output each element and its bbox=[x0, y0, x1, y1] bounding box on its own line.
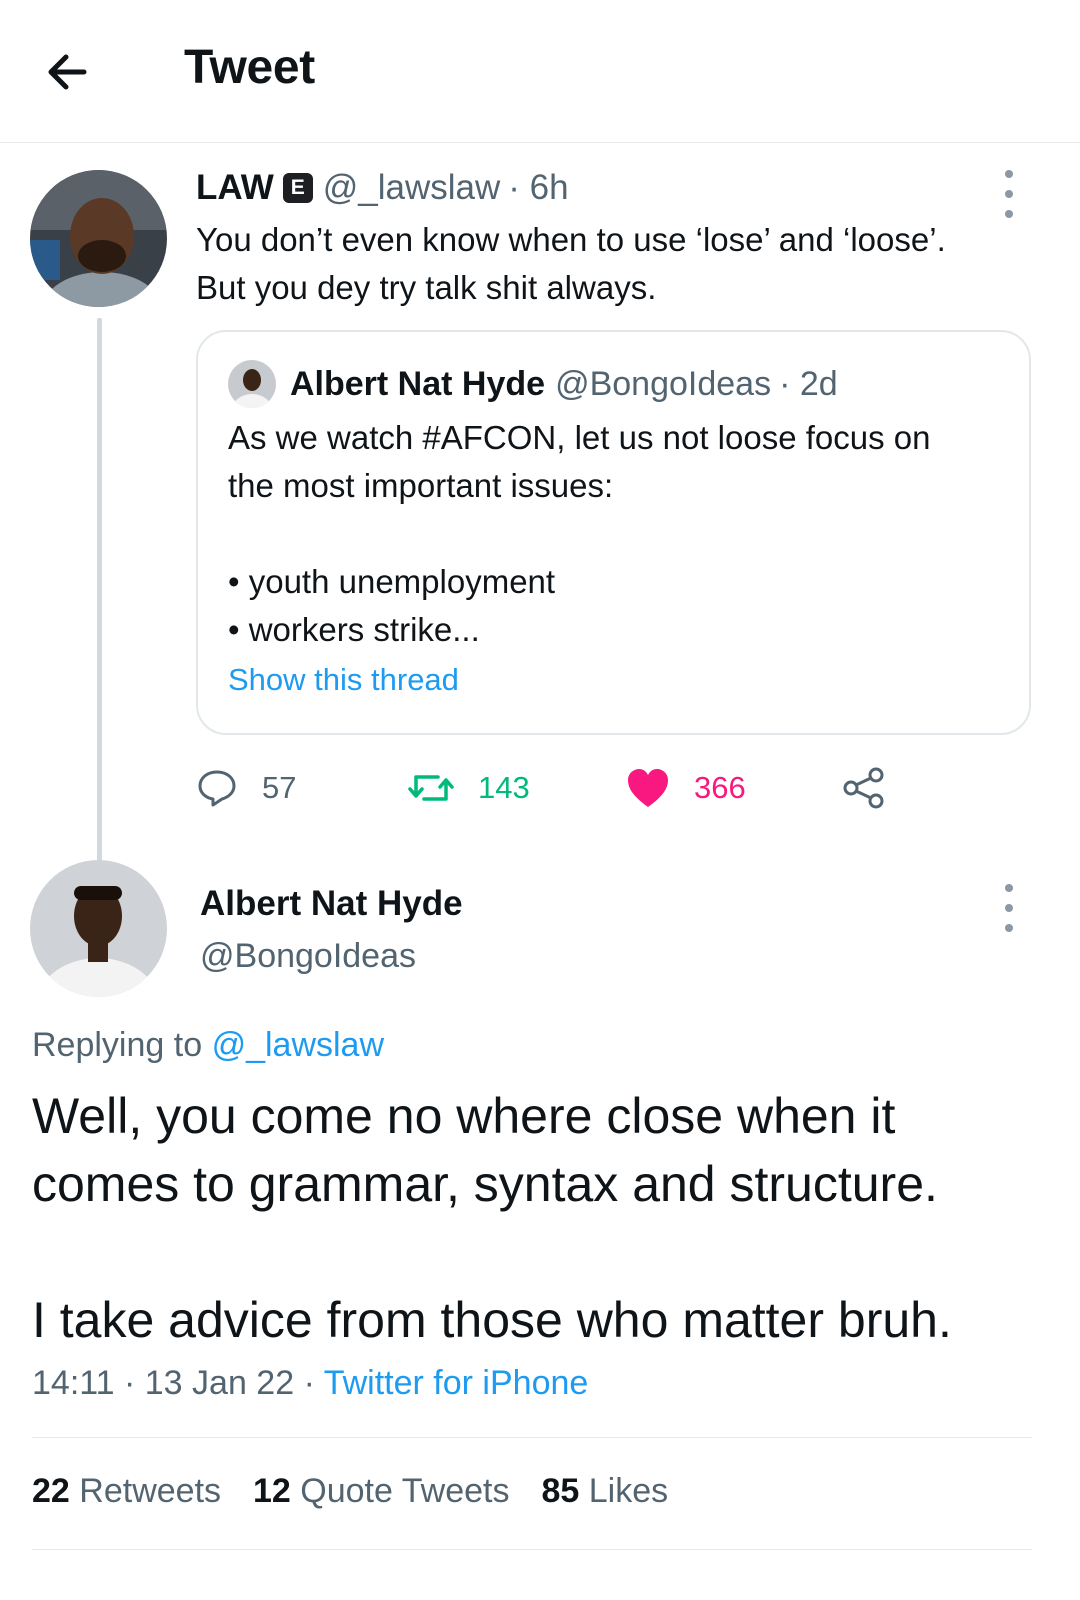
heart-filled-icon bbox=[628, 769, 668, 807]
reply-button[interactable]: 57 bbox=[196, 758, 296, 818]
likes-count: 85 bbox=[541, 1472, 580, 1510]
divider bbox=[32, 1549, 1032, 1550]
replying-handle-link[interactable]: @_lawslaw bbox=[212, 1026, 384, 1064]
quoted-bullet: • workers strike... bbox=[228, 611, 480, 648]
engagement-stats: 22 Retweets 12 Quote Tweets 85 Likes bbox=[32, 1472, 700, 1511]
reply-text-line: Well, you come no where close when it bbox=[32, 1088, 896, 1144]
more-dot-icon bbox=[1005, 904, 1013, 912]
more-dot-icon bbox=[1005, 924, 1013, 932]
reply-author-name[interactable]: Albert Nat Hyde bbox=[200, 884, 463, 924]
quoted-tweet-header: Albert Nat Hyde @BongoIdeas · 2d bbox=[228, 360, 838, 408]
tweet-time: · 6h bbox=[508, 168, 569, 207]
quoted-tweet-time: · 2d bbox=[779, 364, 838, 403]
more-options-button[interactable] bbox=[994, 170, 1024, 218]
source-link[interactable]: Twitter for iPhone bbox=[324, 1364, 589, 1402]
quoted-text-line: As we watch #AFCON, let us not loose foc… bbox=[228, 419, 931, 456]
back-button[interactable] bbox=[40, 44, 100, 100]
share-button[interactable] bbox=[842, 758, 910, 818]
like-button[interactable]: 366 bbox=[626, 758, 746, 818]
quote-tweets-label: Quote Tweets bbox=[300, 1472, 510, 1510]
retweets-label: Retweets bbox=[79, 1472, 222, 1510]
show-thread-link[interactable]: Show this thread bbox=[228, 662, 459, 698]
avatar-image bbox=[30, 170, 167, 307]
quoted-avatar bbox=[228, 360, 276, 408]
tweet-text: You don’t even know when to use ‘lose’ a… bbox=[196, 216, 1036, 312]
page-title: Tweet bbox=[184, 41, 315, 94]
reply-text-line: I take advice from those who matter bruh… bbox=[32, 1292, 952, 1348]
quote-tweets-count: 12 bbox=[253, 1472, 291, 1510]
more-dot-icon bbox=[1005, 884, 1013, 892]
tweet-text-line: You don’t even know when to use ‘lose’ a… bbox=[196, 221, 946, 258]
reply-text-line: comes to grammar, syntax and structure. bbox=[32, 1156, 938, 1212]
quoted-tweet-text: As we watch #AFCON, let us not loose foc… bbox=[228, 414, 1008, 654]
tweet-header: LAW E @_lawslaw · 6h bbox=[196, 168, 569, 208]
retweets-stat[interactable]: 22 Retweets bbox=[32, 1472, 221, 1511]
quoted-bullet: • youth unemployment bbox=[228, 563, 556, 600]
replying-prefix: Replying to bbox=[32, 1026, 203, 1064]
quoted-text-line: the most important issues: bbox=[228, 467, 614, 504]
retweets-count: 22 bbox=[32, 1472, 70, 1510]
top-bar: Tweet bbox=[0, 0, 1080, 143]
quoted-author-handle: @BongoIdeas bbox=[555, 364, 772, 403]
author-handle[interactable]: @_lawslaw bbox=[323, 168, 501, 208]
quote-tweets-stat[interactable]: 12 Quote Tweets bbox=[253, 1472, 509, 1511]
more-dot-icon bbox=[1005, 190, 1013, 198]
likes-label: Likes bbox=[588, 1472, 669, 1510]
likes-stat[interactable]: 85 Likes bbox=[541, 1472, 668, 1511]
reply-more-options-button[interactable] bbox=[994, 884, 1024, 932]
retweet-count: 143 bbox=[478, 770, 530, 805]
arrow-left-icon bbox=[48, 54, 87, 90]
verified-badge: E bbox=[282, 173, 313, 203]
reply-icon bbox=[198, 770, 236, 807]
retweet-icon bbox=[408, 775, 454, 801]
avatar-law[interactable] bbox=[30, 170, 167, 307]
tweet-meta: 14:11 · 13 Jan 22 · Twitter for iPhone bbox=[32, 1364, 588, 1403]
replying-to: Replying to @_lawslaw bbox=[32, 1026, 384, 1065]
divider bbox=[32, 1437, 1032, 1438]
like-count: 366 bbox=[694, 770, 746, 805]
thread-connector bbox=[97, 318, 102, 873]
quoted-tweet[interactable]: Albert Nat Hyde @BongoIdeas · 2d As we w… bbox=[196, 330, 1031, 735]
quoted-author-name: Albert Nat Hyde bbox=[290, 364, 546, 403]
timestamp: 14:11 · 13 Jan 22 · bbox=[32, 1364, 315, 1402]
more-dot-icon bbox=[1005, 170, 1013, 178]
reply-count: 57 bbox=[262, 770, 297, 805]
retweet-button[interactable]: 143 bbox=[408, 758, 530, 818]
avatar-image bbox=[30, 860, 167, 997]
author-name[interactable]: LAW bbox=[196, 168, 274, 208]
share-icon bbox=[843, 767, 884, 809]
tweet-text-line: But you dey try talk shit always. bbox=[196, 269, 657, 306]
reply-author-handle[interactable]: @BongoIdeas bbox=[200, 937, 416, 976]
avatar-albert[interactable] bbox=[30, 860, 167, 997]
